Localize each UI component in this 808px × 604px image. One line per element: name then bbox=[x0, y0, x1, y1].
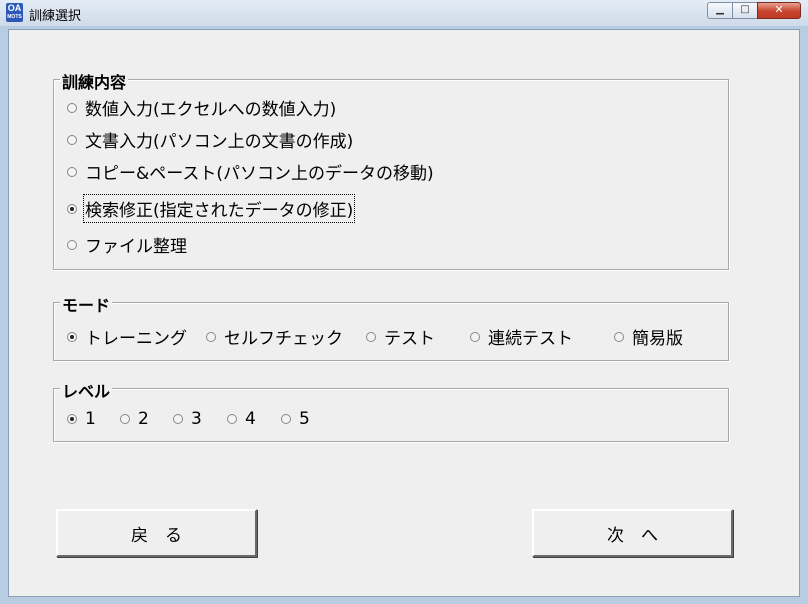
window-title: 訓練選択 bbox=[29, 9, 82, 24]
mode-group: モード トレーニング セルフチェック テスト 連続テスト 簡易版 bbox=[53, 292, 729, 361]
mode-option-continuous-test[interactable]: 連続テスト bbox=[470, 324, 573, 349]
level-legend: レベル bbox=[60, 378, 113, 402]
radio-icon bbox=[614, 331, 624, 342]
mode-option-label: 連続テスト bbox=[488, 329, 573, 349]
minimize-icon: ▁ bbox=[716, 4, 724, 15]
radio-selected-icon bbox=[67, 414, 77, 424]
training-content-group: 訓練内容 数値入力(エクセルへの数値入力) 文書入力(パソコン上の文書の作成) … bbox=[53, 69, 729, 270]
app-logo-text: OA bbox=[7, 3, 22, 13]
title-bar: OA MOTS 訓練選択 ▁ □ ✕ bbox=[0, 0, 808, 26]
radio-icon bbox=[470, 331, 480, 342]
level-option-label: 1 bbox=[85, 409, 96, 429]
mode-option-label: トレーニング bbox=[85, 329, 187, 349]
level-option-label: 3 bbox=[191, 409, 202, 429]
minimize-button[interactable]: ▁ bbox=[707, 2, 733, 19]
radio-icon bbox=[67, 134, 77, 145]
training-option-document-input[interactable]: 文書入力(パソコン上の文書の作成) bbox=[67, 127, 353, 152]
level-option-4[interactable]: 4 bbox=[227, 409, 256, 429]
training-option-label: 文書入力(パソコン上の文書の作成) bbox=[85, 132, 354, 152]
mode-option-training[interactable]: トレーニング bbox=[67, 324, 187, 349]
training-option-number-input[interactable]: 数値入力(エクセルへの数値入力) bbox=[67, 95, 336, 120]
level-option-label: 4 bbox=[245, 409, 256, 429]
training-option-copy-paste[interactable]: コピー&ペースト(パソコン上のデータの移動) bbox=[67, 159, 434, 184]
mode-option-test[interactable]: テスト bbox=[366, 324, 435, 349]
level-option-5[interactable]: 5 bbox=[281, 409, 310, 429]
dialog-body: 訓練内容 数値入力(エクセルへの数値入力) 文書入力(パソコン上の文書の作成) … bbox=[8, 29, 800, 597]
training-option-search-edit[interactable]: 検索修正(指定されたデータの修正) bbox=[67, 194, 356, 223]
radio-icon bbox=[366, 331, 376, 342]
training-option-label: ファイル整理 bbox=[85, 237, 187, 257]
maximize-icon: □ bbox=[740, 4, 750, 15]
mode-option-label: テスト bbox=[384, 329, 435, 349]
close-button[interactable]: ✕ bbox=[757, 2, 801, 19]
radio-icon bbox=[67, 102, 77, 113]
radio-selected-icon bbox=[67, 331, 77, 342]
level-option-label: 5 bbox=[299, 409, 310, 429]
radio-icon bbox=[173, 414, 183, 424]
back-button[interactable]: 戻 る bbox=[56, 509, 257, 557]
close-icon: ✕ bbox=[774, 3, 784, 16]
level-option-1[interactable]: 1 bbox=[67, 409, 96, 429]
training-option-file-organize[interactable]: ファイル整理 bbox=[67, 232, 187, 257]
mode-option-simple[interactable]: 簡易版 bbox=[614, 324, 683, 349]
app-logo-icon: OA MOTS bbox=[6, 3, 23, 22]
training-option-label: コピー&ペースト(パソコン上のデータの移動) bbox=[85, 164, 434, 184]
radio-icon bbox=[206, 331, 216, 342]
app-logo-subtext: MOTS bbox=[7, 14, 22, 20]
radio-icon bbox=[67, 239, 77, 250]
training-option-label: 数値入力(エクセルへの数値入力) bbox=[85, 100, 337, 120]
level-option-2[interactable]: 2 bbox=[120, 409, 149, 429]
maximize-button[interactable]: □ bbox=[732, 2, 758, 19]
radio-icon bbox=[120, 414, 130, 424]
level-option-3[interactable]: 3 bbox=[173, 409, 202, 429]
radio-icon bbox=[281, 414, 291, 424]
training-content-legend: 訓練内容 bbox=[60, 69, 129, 93]
radio-selected-icon bbox=[67, 203, 77, 214]
level-option-label: 2 bbox=[138, 409, 149, 429]
radio-icon bbox=[227, 414, 237, 424]
mode-option-self-check[interactable]: セルフチェック bbox=[206, 324, 343, 349]
level-group: レベル 1 2 3 4 5 bbox=[53, 378, 729, 442]
radio-icon bbox=[67, 166, 77, 177]
training-option-label: 検索修正(指定されたデータの修正) bbox=[82, 194, 356, 223]
next-button[interactable]: 次 へ bbox=[532, 509, 733, 557]
mode-legend: モード bbox=[60, 292, 113, 316]
mode-option-label: セルフチェック bbox=[224, 329, 343, 349]
mode-option-label: 簡易版 bbox=[632, 329, 683, 349]
